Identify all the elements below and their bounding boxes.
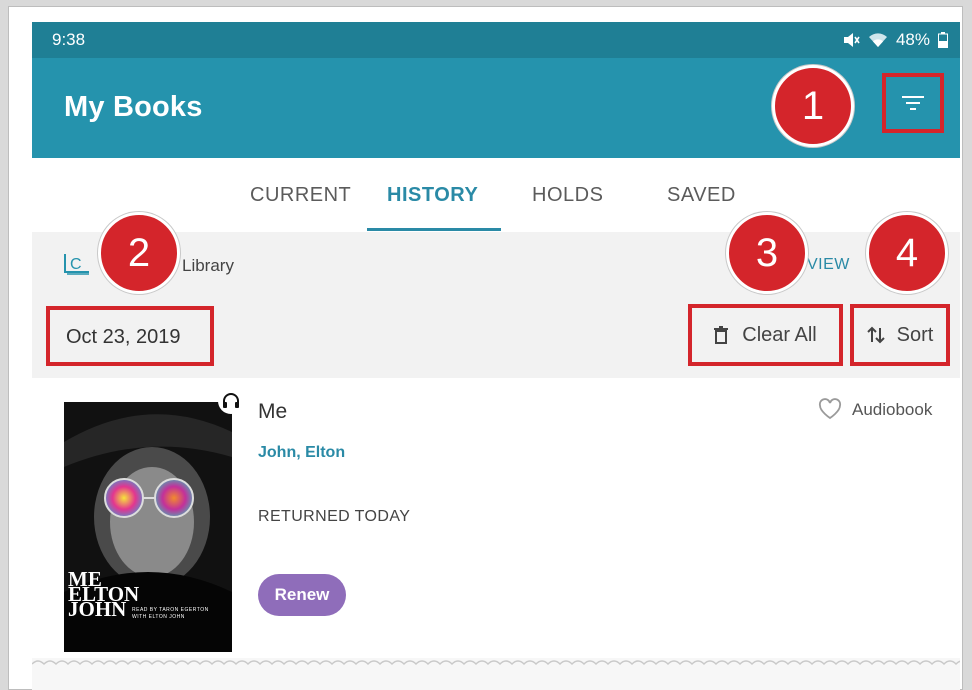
- filter-icon: [902, 96, 924, 110]
- mute-icon: [843, 33, 860, 47]
- torn-edge-divider: [32, 658, 960, 670]
- clear-all-label: Clear All: [742, 323, 817, 346]
- wifi-icon: [868, 33, 887, 47]
- callout-marker-3: 3: [726, 212, 808, 294]
- page-title: My Books: [64, 91, 203, 123]
- callout-marker-2: 2: [98, 212, 180, 294]
- tab-history[interactable]: HISTORY: [387, 184, 478, 207]
- book-format: Audiobook: [852, 400, 933, 419]
- tab-saved[interactable]: SAVED: [667, 184, 736, 207]
- callout-marker-1: 1: [772, 65, 854, 147]
- headphones-icon: [223, 393, 239, 408]
- status-icons: 48%: [842, 30, 948, 50]
- book-status: RETURNED TODAY: [258, 508, 411, 525]
- sort-button[interactable]: Sort: [850, 304, 950, 366]
- tab-holds[interactable]: HOLDS: [532, 184, 603, 207]
- status-time: 9:38: [52, 30, 86, 49]
- library-name: Library: [182, 256, 234, 275]
- cover-title-text: ME ELTON JOHN: [68, 567, 140, 621]
- sort-label: Sort: [896, 323, 934, 346]
- renew-button[interactable]: Renew: [258, 574, 346, 616]
- clear-all-button[interactable]: Clear All: [688, 304, 843, 366]
- filter-button[interactable]: [882, 73, 944, 133]
- battery-icon: [938, 32, 948, 48]
- book-author[interactable]: John, Elton: [258, 444, 345, 462]
- sort-icon: [866, 326, 885, 344]
- tab-bar: CURRENT HISTORY HOLDS SAVED: [32, 158, 960, 232]
- book-title[interactable]: Me: [258, 400, 287, 424]
- history-date-bar: Oct 23, 2019 Clear All Sort: [32, 298, 960, 379]
- audiobook-badge: [218, 388, 244, 414]
- trash-icon: [714, 326, 729, 344]
- history-date: Oct 23, 2019: [46, 306, 214, 366]
- battery-percent: 48%: [895, 30, 930, 49]
- svg-text:C: C: [70, 256, 82, 273]
- active-tab-indicator: [367, 228, 501, 231]
- tab-current[interactable]: CURRENT: [250, 184, 351, 207]
- cover-subtitle-text: READ BY TARON EGERTON WITH ELTON JOHN: [132, 607, 209, 620]
- status-bar: 9:38 48%: [32, 22, 960, 58]
- book-cover[interactable]: ME ELTON JOHN READ BY TARON EGERTON WITH…: [64, 402, 232, 652]
- callout-marker-4: 4: [866, 212, 948, 294]
- library-logo-icon: C: [64, 254, 89, 275]
- heart-icon[interactable]: [818, 398, 842, 420]
- view-link[interactable]: VIEW: [807, 256, 850, 274]
- book-card[interactable]: ME ELTON JOHN READ BY TARON EGERTON WITH…: [32, 378, 960, 658]
